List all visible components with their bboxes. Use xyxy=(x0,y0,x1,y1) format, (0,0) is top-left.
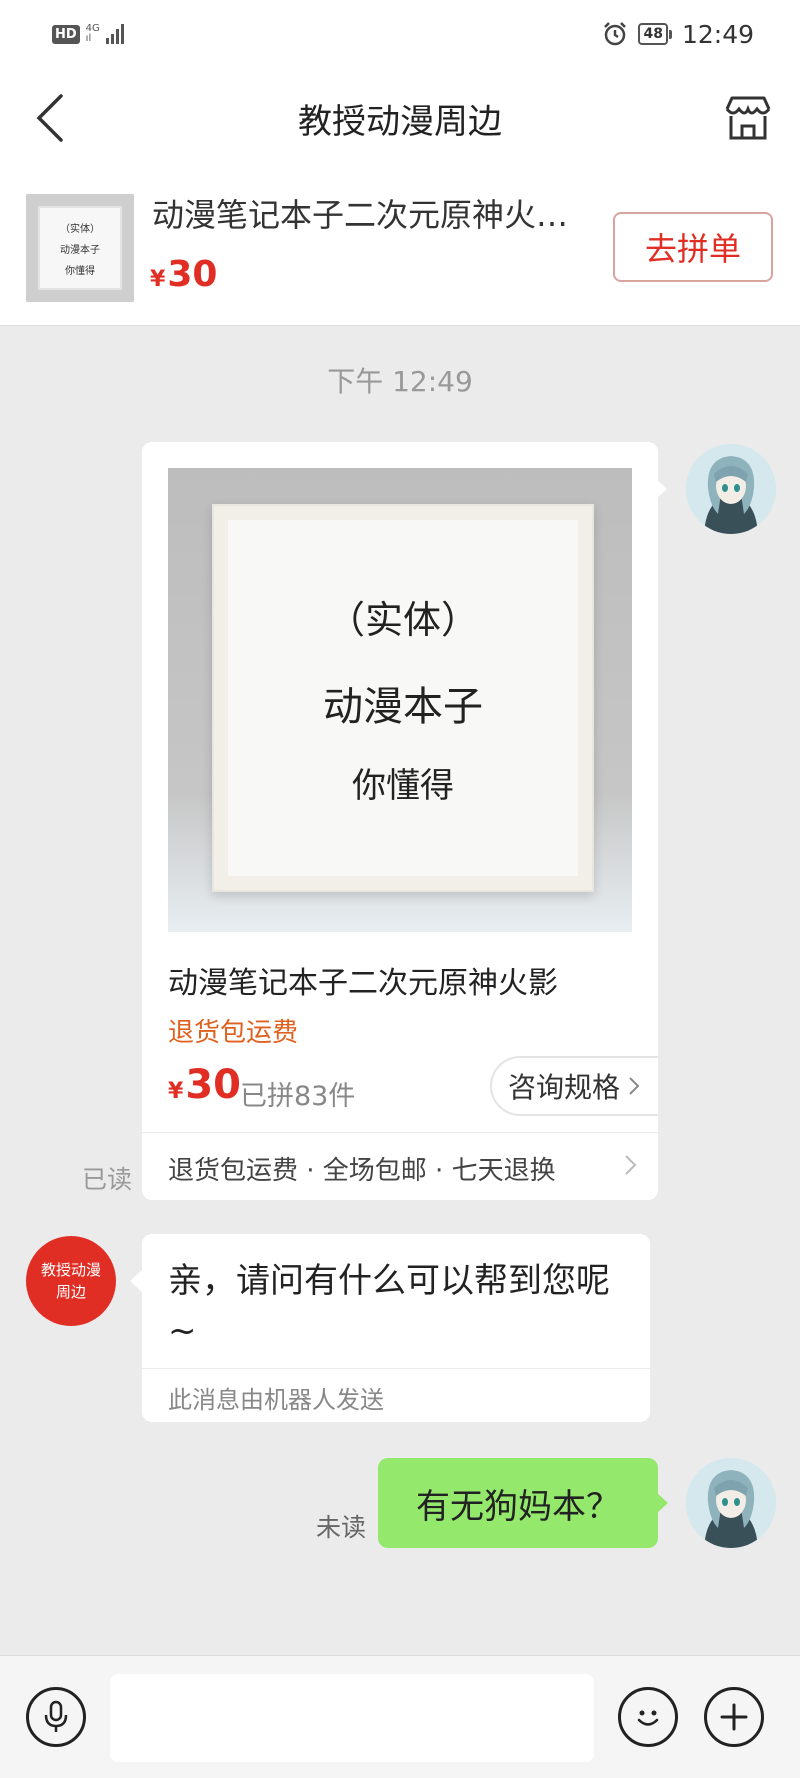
plus-icon xyxy=(720,1703,748,1731)
picture-frame-inner: （实体） 动漫本子 你懂得 xyxy=(228,520,578,876)
divider xyxy=(142,1368,650,1369)
signal-icon xyxy=(105,24,124,44)
read-status: 已读 xyxy=(82,1165,133,1194)
emoji-button[interactable] xyxy=(618,1687,678,1747)
group-buy-button[interactable]: 去拼单 xyxy=(613,212,773,282)
sold-count: 已拼83件 xyxy=(240,1081,356,1112)
store-icon xyxy=(725,96,771,140)
battery-icon: 48 xyxy=(638,23,672,45)
page-title: 教授动漫周边 xyxy=(298,101,502,142)
consult-label: 咨询规格 xyxy=(508,1071,621,1104)
consult-spec-button[interactable]: 咨询规格 xyxy=(490,1056,658,1116)
shop-button[interactable] xyxy=(720,90,776,146)
shop-avatar[interactable]: 教授动漫周边 xyxy=(26,1236,116,1326)
product-price: ¥ 30 xyxy=(150,254,217,295)
chat-timestamp: 下午 12:49 xyxy=(327,365,473,398)
thumb-line: （实体） xyxy=(60,223,100,235)
smiley-icon xyxy=(637,1710,659,1726)
price-value: 30 xyxy=(185,1062,241,1108)
microphone-icon xyxy=(44,1700,68,1732)
my-message[interactable]: 有无狗妈本？ xyxy=(378,1458,658,1548)
chevron-right-icon xyxy=(629,1077,640,1095)
product-strip: （实体） 动漫本子 你懂得 动漫笔记本子二次元原神火… ¥ 30 去拼单 xyxy=(0,168,800,326)
user-avatar[interactable] xyxy=(686,444,776,534)
card-price: ¥ 30 xyxy=(168,1062,241,1108)
anime-avatar-icon xyxy=(686,444,776,534)
product-thumbnail[interactable]: （实体） 动漫本子 你懂得 xyxy=(26,194,134,302)
hd-badge: HD xyxy=(52,24,80,44)
service-guarantees[interactable]: 退货包运费 · 全场包邮 · 七天退换 xyxy=(168,1150,556,1187)
card-promo-tag: 退货包运费 xyxy=(168,1018,299,1048)
currency-symbol: ¥ xyxy=(150,267,166,292)
chevron-left-icon xyxy=(36,94,63,142)
chevron-right-icon xyxy=(625,1155,637,1175)
bot-message: 亲，请问有什么可以帮到您呢~ 此消息由机器人发送 xyxy=(142,1234,650,1422)
bubble-tail xyxy=(130,1270,142,1292)
back-button[interactable] xyxy=(22,90,78,146)
unread-status: 未读 xyxy=(316,1513,367,1542)
status-right: 48 12:49 xyxy=(602,20,754,49)
bot-message-text: 亲，请问有什么可以帮到您呢~ xyxy=(168,1261,610,1351)
product-image[interactable]: （实体） 动漫本子 你懂得 xyxy=(168,468,632,932)
alarm-icon xyxy=(604,22,627,46)
image-text-line: 你懂得 xyxy=(352,766,454,806)
nav-bar: 教授动漫周边 xyxy=(0,68,800,168)
user-avatar[interactable] xyxy=(686,1458,776,1548)
voice-button[interactable] xyxy=(26,1687,86,1747)
network-type: 4G ıl xyxy=(85,23,100,44)
more-button[interactable] xyxy=(704,1687,764,1747)
bot-footnote: 此消息由机器人发送 xyxy=(168,1386,384,1414)
message-input[interactable] xyxy=(110,1674,594,1762)
thumb-line: 动漫本子 xyxy=(60,244,100,256)
input-bar xyxy=(0,1655,800,1778)
thumb-line: 你懂得 xyxy=(65,265,95,277)
image-text-line: 动漫本子 xyxy=(323,684,483,730)
status-left: HD 4G ıl xyxy=(52,24,124,44)
currency-symbol: ¥ xyxy=(168,1079,184,1104)
anime-avatar-icon xyxy=(686,1458,776,1548)
price-value: 30 xyxy=(167,254,218,295)
card-product-title: 动漫笔记本子二次元原神火影 xyxy=(168,966,558,1001)
product-card-message[interactable]: （实体） 动漫本子 你懂得 动漫笔记本子二次元原神火影 退货包运费 ¥ 30 已… xyxy=(142,442,658,1200)
picture-frame: （实体） 动漫本子 你懂得 xyxy=(212,504,594,892)
thumbnail-frame: （实体） 动漫本子 你懂得 xyxy=(38,206,122,290)
product-title[interactable]: 动漫笔记本子二次元原神火… xyxy=(152,190,582,236)
divider xyxy=(142,1132,658,1133)
clock: 12:49 xyxy=(681,19,754,49)
status-bar: HD 4G ıl 48 12:49 xyxy=(0,0,800,68)
image-text-line: （实体） xyxy=(326,598,479,642)
